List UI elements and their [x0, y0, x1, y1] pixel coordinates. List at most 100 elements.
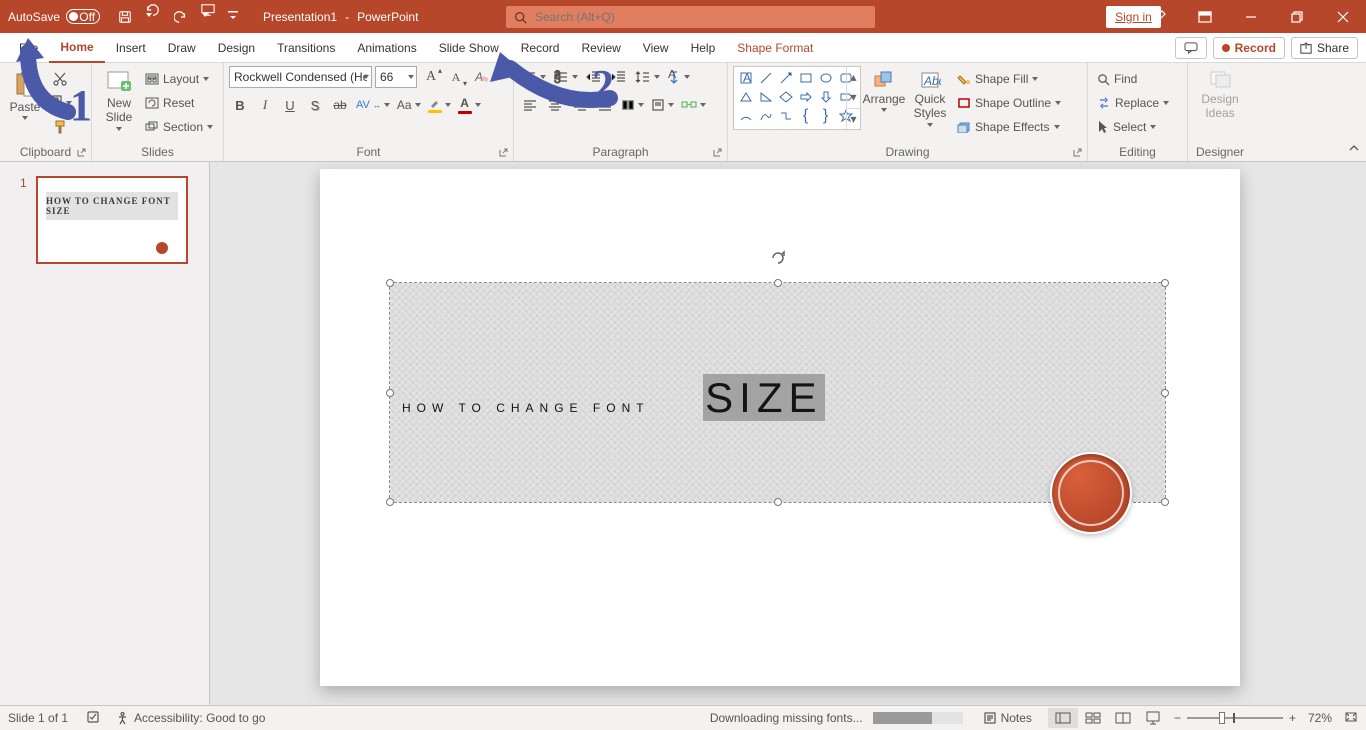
increase-font-size-button[interactable]: A▴ — [420, 66, 442, 88]
qat-more-icon[interactable] — [228, 11, 238, 23]
columns-button[interactable] — [619, 94, 646, 116]
zoom-slider[interactable] — [1187, 717, 1283, 719]
slide-sorter-view-button[interactable] — [1078, 708, 1108, 728]
numbering-button[interactable]: 123 — [551, 66, 580, 88]
shape-effects-button[interactable]: Shape Effects — [953, 116, 1065, 138]
text-direction-button[interactable]: A — [665, 66, 692, 88]
align-center-button[interactable] — [544, 94, 566, 116]
font-color-button[interactable]: A — [456, 94, 483, 116]
tab-draw[interactable]: Draw — [157, 33, 207, 63]
tab-shape-format[interactable]: Shape Format — [726, 33, 824, 63]
tab-record[interactable]: Record — [510, 33, 571, 63]
drawing-dialog-launcher[interactable] — [1071, 147, 1083, 159]
shape-oval-icon[interactable] — [816, 69, 835, 87]
tab-view[interactable]: View — [632, 33, 680, 63]
gallery-more[interactable]: ▾ — [847, 108, 860, 129]
close-button[interactable] — [1320, 0, 1366, 33]
line-spacing-button[interactable] — [633, 66, 662, 88]
align-text-button[interactable] — [649, 94, 676, 116]
slide-canvas-area[interactable]: HOW TO CHANGE FONT SIZE — [210, 162, 1366, 705]
autosave-toggle[interactable]: AutoSave Off — [0, 9, 108, 24]
layout-button[interactable]: Layout — [141, 68, 217, 90]
shadow-button[interactable]: S — [304, 94, 326, 116]
shapes-gallery[interactable]: A { } ▴ ▾ — [733, 66, 861, 130]
section-button[interactable]: Section — [141, 116, 217, 138]
tab-animations[interactable]: Animations — [346, 33, 427, 63]
pen-mode-icon[interactable] — [1136, 0, 1182, 33]
reading-view-button[interactable] — [1108, 708, 1138, 728]
tab-help[interactable]: Help — [680, 33, 727, 63]
notes-button[interactable]: Notes — [983, 711, 1032, 725]
toggle-switch[interactable]: Off — [66, 9, 100, 24]
zoom-in-button[interactable]: + — [1289, 711, 1296, 725]
shape-triangle-icon[interactable] — [736, 88, 755, 106]
fit-to-window-button[interactable] — [1344, 711, 1358, 726]
shape-fill-button[interactable]: Shape Fill — [953, 68, 1065, 90]
zoom-level[interactable]: 72% — [1308, 711, 1332, 725]
tab-design[interactable]: Design — [207, 33, 266, 63]
new-slide-button[interactable]: New Slide — [97, 66, 141, 135]
smartart-button[interactable] — [679, 94, 708, 116]
decrease-indent-button[interactable] — [583, 66, 605, 88]
shape-down-arrow-icon[interactable] — [816, 88, 835, 106]
justify-button[interactable] — [594, 94, 616, 116]
cut-button[interactable] — [45, 68, 74, 90]
font-dialog-launcher[interactable] — [497, 147, 509, 159]
bold-button[interactable]: B — [229, 94, 251, 116]
resize-handle-e[interactable] — [1161, 389, 1169, 397]
slide-thumbnail-1[interactable]: 1 HOW TO CHANGE FONT SIZE — [36, 176, 188, 264]
shape-textbox-icon[interactable]: A — [736, 69, 755, 87]
selected-text[interactable]: SIZE — [703, 374, 824, 421]
slideshow-view-button[interactable] — [1138, 708, 1168, 728]
resize-handle-s[interactable] — [774, 498, 782, 506]
format-painter-button[interactable] — [45, 116, 74, 138]
find-button[interactable]: Find — [1093, 68, 1173, 90]
quick-styles-button[interactable]: Abc Quick Styles — [907, 66, 953, 131]
shape-rectangle-icon[interactable] — [796, 69, 815, 87]
align-right-button[interactable] — [569, 94, 591, 116]
undo-button[interactable] — [144, 3, 162, 31]
tab-insert[interactable]: Insert — [105, 33, 157, 63]
replace-button[interactable]: Replace — [1093, 92, 1173, 114]
slide-thumbnail-pane[interactable]: 1 HOW TO CHANGE FONT SIZE — [0, 162, 210, 705]
redo-button[interactable] — [174, 10, 188, 24]
resize-handle-w[interactable] — [386, 389, 394, 397]
shape-right-arrow-icon[interactable] — [796, 88, 815, 106]
copy-button[interactable] — [45, 92, 74, 114]
slide-title-text[interactable]: HOW TO CHANGE FONT SIZE — [402, 359, 825, 426]
change-case-button[interactable]: Aa — [395, 94, 423, 116]
gallery-scroll-down[interactable]: ▾ — [847, 87, 860, 107]
tab-transitions[interactable]: Transitions — [266, 33, 346, 63]
italic-button[interactable]: I — [254, 94, 276, 116]
accessibility-button[interactable]: Accessibility: Good to go — [116, 711, 265, 725]
shape-arrow-line-icon[interactable] — [776, 69, 795, 87]
minimize-button[interactable] — [1228, 0, 1274, 33]
increase-indent-button[interactable] — [608, 66, 630, 88]
slide[interactable]: HOW TO CHANGE FONT SIZE — [320, 169, 1240, 686]
resize-handle-sw[interactable] — [386, 498, 394, 506]
resize-handle-ne[interactable] — [1161, 279, 1169, 287]
resize-handle-n[interactable] — [774, 279, 782, 287]
bullets-button[interactable] — [519, 66, 548, 88]
shape-right-brace-icon[interactable]: } — [816, 107, 835, 125]
zoom-out-button[interactable]: − — [1174, 711, 1181, 725]
tab-review[interactable]: Review — [570, 33, 631, 63]
rotate-handle-icon[interactable] — [769, 249, 787, 270]
clipboard-dialog-launcher[interactable] — [75, 147, 87, 159]
char-spacing-button[interactable]: AV↔ — [354, 94, 392, 116]
align-left-button[interactable] — [519, 94, 541, 116]
share-button[interactable]: Share — [1291, 37, 1358, 59]
paste-button[interactable]: Paste — [5, 66, 45, 124]
shape-left-brace-icon[interactable]: { — [796, 107, 815, 125]
collapse-ribbon-button[interactable] — [1348, 143, 1360, 157]
font-name-combo[interactable]: Rockwell Condensed (Hea — [229, 66, 372, 88]
paragraph-dialog-launcher[interactable] — [711, 147, 723, 159]
shape-curve-icon[interactable] — [756, 107, 775, 125]
save-icon[interactable] — [118, 10, 132, 24]
comments-button[interactable] — [1175, 37, 1207, 59]
shape-right-triangle-icon[interactable] — [756, 88, 775, 106]
shape-arc-icon[interactable] — [736, 107, 755, 125]
clear-formatting-button[interactable]: A — [470, 66, 492, 88]
ribbon-display-icon[interactable] — [1182, 0, 1228, 33]
shape-outline-button[interactable]: Shape Outline — [953, 92, 1065, 114]
